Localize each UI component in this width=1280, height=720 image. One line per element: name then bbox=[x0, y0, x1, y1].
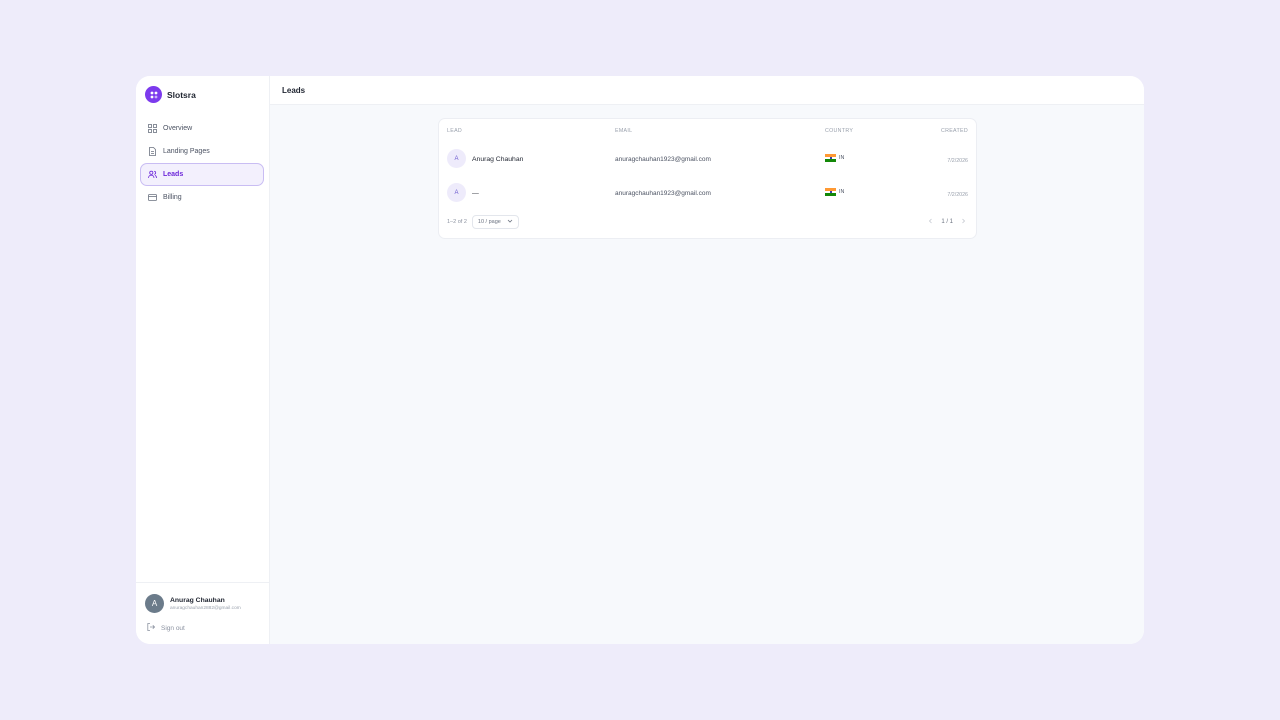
user-email: anuragchauhan2882@gmail.com bbox=[170, 605, 241, 611]
pagination: 1 / 1 bbox=[928, 218, 966, 226]
grid-icon bbox=[148, 124, 157, 133]
user-info[interactable]: A Anurag Chauhan anuragchauhan2882@gmail… bbox=[145, 594, 241, 613]
app-window: Slotsra Overview Landing Pages Leads Bil… bbox=[136, 76, 1144, 644]
lead-created: 7/2/2026 bbox=[947, 158, 968, 164]
sign-out-button[interactable]: Sign out bbox=[147, 623, 185, 633]
india-flag-icon bbox=[825, 154, 836, 163]
sidebar: Slotsra Overview Landing Pages Leads Bil… bbox=[136, 76, 270, 644]
chevron-left-icon[interactable] bbox=[928, 218, 933, 226]
chevron-down-icon bbox=[507, 218, 513, 226]
result-range: 1–2 of 2 bbox=[447, 219, 467, 225]
sidebar-nav: Overview Landing Pages Leads Billing bbox=[140, 117, 264, 209]
column-header-created[interactable]: CREATED bbox=[941, 128, 968, 134]
brand[interactable]: Slotsra bbox=[145, 86, 196, 103]
lead-email: anuragchauhan1923@gmail.com bbox=[615, 156, 711, 163]
avatar: A bbox=[145, 594, 164, 613]
main-content: Leads LEAD EMAIL COUNTRY CREATED A Anura… bbox=[270, 76, 1144, 644]
sidebar-item-label: Overview bbox=[163, 125, 193, 132]
logout-icon bbox=[147, 623, 156, 633]
brand-name: Slotsra bbox=[167, 89, 196, 100]
lead-email: anuragchauhan1923@gmail.com bbox=[615, 190, 711, 197]
users-icon bbox=[148, 170, 157, 179]
lead-country: IN bbox=[825, 188, 845, 197]
column-header-lead[interactable]: LEAD bbox=[447, 128, 462, 134]
sidebar-item-billing[interactable]: Billing bbox=[140, 186, 264, 209]
credit-card-icon bbox=[148, 193, 157, 202]
sidebar-item-overview[interactable]: Overview bbox=[140, 117, 264, 140]
sidebar-item-landing-pages[interactable]: Landing Pages bbox=[140, 140, 264, 163]
page-size-select[interactable]: 10 / page bbox=[471, 215, 519, 229]
lead-country: IN bbox=[825, 154, 845, 163]
column-header-country[interactable]: COUNTRY bbox=[825, 128, 853, 134]
column-header-email[interactable]: EMAIL bbox=[615, 128, 632, 134]
lead-created: 7/2/2026 bbox=[947, 192, 968, 198]
sign-out-label: Sign out bbox=[161, 624, 185, 632]
pagination-summary: 1–2 of 2 10 / page bbox=[447, 215, 519, 229]
page-size-value: 10 / page bbox=[477, 219, 501, 225]
country-code: IN bbox=[839, 189, 845, 195]
user-profile: A Anurag Chauhan anuragchauhan2882@gmail… bbox=[136, 582, 270, 632]
table-row[interactable]: A — anuragchauhan1923@gmail.com IN 7/2/2… bbox=[439, 181, 976, 207]
page-title: Leads bbox=[282, 85, 306, 95]
leads-table: LEAD EMAIL COUNTRY CREATED A Anurag Chau… bbox=[438, 118, 977, 239]
chevron-right-icon[interactable] bbox=[961, 218, 966, 226]
table-row[interactable]: A Anurag Chauhan anuragchauhan1923@gmail… bbox=[439, 147, 976, 173]
document-icon bbox=[148, 147, 157, 156]
sidebar-item-label: Landing Pages bbox=[163, 148, 210, 155]
india-flag-icon bbox=[825, 188, 836, 197]
country-code: IN bbox=[839, 155, 845, 161]
page-indicator: 1 / 1 bbox=[941, 219, 953, 225]
sidebar-item-leads[interactable]: Leads bbox=[140, 163, 264, 186]
logo-icon bbox=[145, 86, 162, 103]
lead-name: Anurag Chauhan bbox=[472, 156, 524, 163]
topbar: Leads bbox=[270, 76, 1144, 105]
sidebar-item-label: Leads bbox=[163, 171, 184, 178]
lead-avatar: A bbox=[447, 183, 466, 202]
lead-avatar: A bbox=[447, 149, 466, 168]
user-name: Anurag Chauhan bbox=[170, 596, 225, 604]
sidebar-item-label: Billing bbox=[163, 194, 182, 201]
lead-name: — bbox=[472, 190, 479, 197]
